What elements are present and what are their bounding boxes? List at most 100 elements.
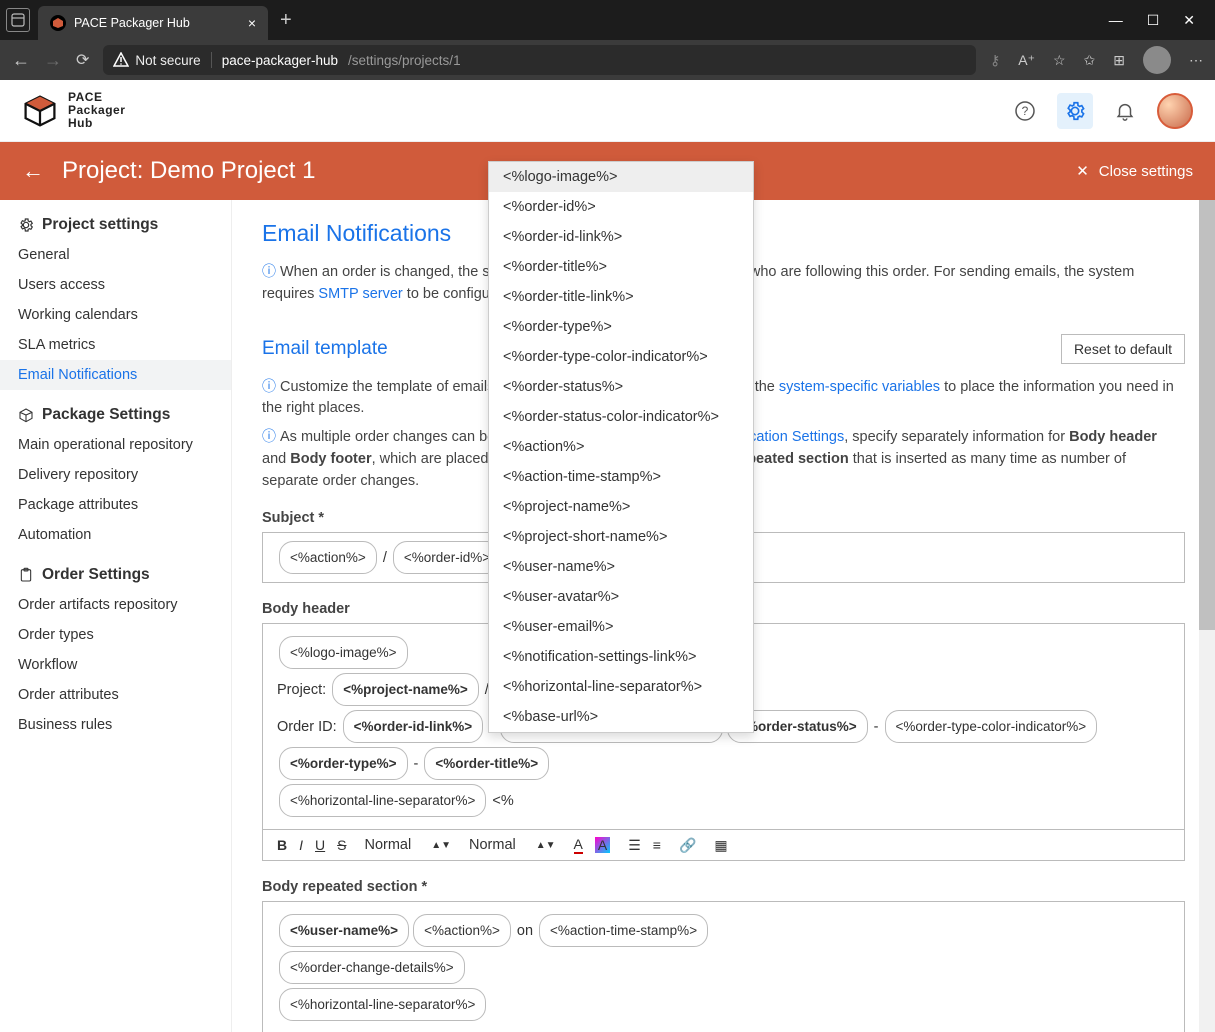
dropdown-item[interactable]: <%action-time-stamp%> <box>489 462 753 492</box>
separator: - <box>874 713 879 742</box>
close-window-icon[interactable]: ✕ <box>1183 12 1195 29</box>
sidebar-item[interactable]: Order artifacts repository <box>0 590 231 620</box>
bg-color-icon[interactable]: A <box>595 837 610 853</box>
text-color-icon[interactable]: A <box>574 836 583 854</box>
body-repeated-field[interactable]: <%user-name%><%action%> on <%action-time… <box>262 901 1185 1032</box>
smtp-server-link[interactable]: SMTP server <box>318 286 402 302</box>
sidebar-item[interactable]: Users access <box>0 270 231 300</box>
variable-dropdown[interactable]: <%logo-image%><%order-id%><%order-id-lin… <box>488 161 754 733</box>
variable-chip[interactable]: <%order-type-color-indicator%> <box>885 710 1098 743</box>
dropdown-item[interactable]: <%user-email%> <box>489 612 753 642</box>
dropdown-item[interactable]: <%order-title-link%> <box>489 282 753 312</box>
sidebar-item[interactable]: General <box>0 240 231 270</box>
field-text: on <box>517 917 533 946</box>
logo-cube-icon <box>22 93 58 129</box>
favicon-icon <box>50 15 66 31</box>
dropdown-item[interactable]: <%project-short-name%> <box>489 522 753 552</box>
field-text: Order ID: <box>277 719 337 735</box>
align-icon[interactable]: ≡ <box>653 837 661 853</box>
bold-icon[interactable]: B <box>277 837 287 853</box>
variable-chip[interactable]: <%horizontal-line-separator%> <box>279 988 486 1021</box>
system-variables-link[interactable]: system-specific variables <box>779 379 940 395</box>
sidebar-item[interactable]: Delivery repository <box>0 460 231 490</box>
banner-back-icon[interactable]: ← <box>22 158 44 184</box>
dropdown-item[interactable]: <%order-type%> <box>489 312 753 342</box>
close-settings-button[interactable]: ✕ Close settings <box>1076 162 1193 180</box>
italic-icon[interactable]: I <box>299 837 303 853</box>
maximize-icon[interactable]: ☐ <box>1147 12 1160 29</box>
font-select[interactable]: Normal▲▼ <box>469 837 556 853</box>
dropdown-item[interactable]: <%order-status-color-indicator%> <box>489 402 753 432</box>
variable-chip[interactable]: <%action-time-stamp%> <box>539 914 708 947</box>
refresh-icon[interactable]: ⟳ <box>76 50 89 70</box>
sidebar-item[interactable]: SLA metrics <box>0 330 231 360</box>
dropdown-item[interactable]: <%user-name%> <box>489 552 753 582</box>
dropdown-item[interactable]: <%notification-settings-link%> <box>489 642 753 672</box>
tabs-overview-icon[interactable] <box>6 8 30 32</box>
dropdown-item[interactable]: <%action%> <box>489 432 753 462</box>
user-avatar[interactable] <box>1157 93 1193 129</box>
profile-icon[interactable] <box>1143 46 1171 74</box>
variable-chip[interactable]: <%horizontal-line-separator%> <box>279 784 486 817</box>
sidebar-section-order: Order Settings <box>0 550 231 590</box>
app-logo[interactable]: PACE Packager Hub <box>22 91 125 131</box>
dropdown-item[interactable]: <%order-id%> <box>489 192 753 222</box>
variable-chip[interactable]: <%order-id-link%> <box>343 710 484 743</box>
minimize-icon[interactable]: — <box>1109 12 1123 29</box>
more-icon[interactable]: ⋯ <box>1189 52 1203 69</box>
url-field[interactable]: Not secure pace-packager-hub/settings/pr… <box>103 45 976 75</box>
sidebar-item[interactable]: Automation <box>0 520 231 550</box>
reset-to-default-button[interactable]: Reset to default <box>1061 334 1185 364</box>
app-viewport: PACE Packager Hub ? ← Project: Demo Proj… <box>0 80 1215 1032</box>
collections-icon[interactable]: ⊞ <box>1113 52 1125 69</box>
sidebar-item[interactable]: Working calendars <box>0 300 231 330</box>
dropdown-item[interactable]: <%base-url%> <box>489 702 753 732</box>
dropdown-item[interactable]: <%order-id-link%> <box>489 222 753 252</box>
variable-chip[interactable]: <%order-change-details%> <box>279 951 465 984</box>
variable-chip[interactable]: <%order-title%> <box>424 747 549 780</box>
settings-gear-icon[interactable] <box>1057 93 1093 129</box>
notifications-icon[interactable] <box>1107 93 1143 129</box>
sidebar-item[interactable]: Order types <box>0 620 231 650</box>
variable-chip[interactable]: <%action%> <box>413 914 511 947</box>
read-aloud-icon[interactable]: A⁺ <box>1018 52 1035 69</box>
svg-text:?: ? <box>1022 104 1029 118</box>
dropdown-item[interactable]: <%project-name%> <box>489 492 753 522</box>
scrollbar-thumb[interactable] <box>1199 200 1215 630</box>
strike-icon[interactable]: S <box>337 837 346 853</box>
sidebar-item[interactable]: Business rules <box>0 710 231 740</box>
favorite-icon[interactable]: ☆ <box>1053 52 1066 69</box>
sidebar-item[interactable]: Order attributes <box>0 680 231 710</box>
table-icon[interactable]: ▦ <box>714 837 727 854</box>
dropdown-item[interactable]: <%order-title%> <box>489 252 753 282</box>
variable-chip[interactable]: <%user-name%> <box>279 914 409 947</box>
scrollbar-track[interactable] <box>1199 200 1215 1032</box>
dropdown-item[interactable]: <%logo-image%> <box>489 162 753 192</box>
new-tab-icon[interactable]: + <box>280 9 292 32</box>
sidebar-item[interactable]: Main operational repository <box>0 430 231 460</box>
dropdown-item[interactable]: <%horizontal-line-separator%> <box>489 672 753 702</box>
dropdown-item[interactable]: <%order-type-color-indicator%> <box>489 342 753 372</box>
package-icon <box>18 407 34 423</box>
dropdown-item[interactable]: <%user-avatar%> <box>489 582 753 612</box>
favorites-bar-icon[interactable]: ✩ <box>1084 52 1096 69</box>
sidebar-item[interactable]: Package attributes <box>0 490 231 520</box>
sidebar-item[interactable]: Email Notifications <box>0 360 231 390</box>
variable-chip[interactable]: <%project-name%> <box>332 673 479 706</box>
variable-chip[interactable]: <%action%> <box>279 541 377 574</box>
dropdown-item[interactable]: <%order-status%> <box>489 372 753 402</box>
back-icon[interactable]: ← <box>12 50 30 71</box>
variable-chip[interactable]: <%logo-image%> <box>279 636 408 669</box>
heading-select[interactable]: Normal▲▼ <box>364 837 451 853</box>
list-icon[interactable]: ☰ <box>628 837 641 854</box>
link-icon[interactable]: 🔗 <box>679 837 696 854</box>
variable-chip[interactable]: <%order-type%> <box>279 747 408 780</box>
close-tab-icon[interactable]: × <box>248 15 256 31</box>
browser-tab[interactable]: PACE Packager Hub × <box>38 6 268 40</box>
info-icon: ⓘ <box>262 378 276 394</box>
underline-icon[interactable]: U <box>315 837 325 853</box>
key-icon[interactable]: ⚷ <box>990 52 1000 69</box>
sidebar-item[interactable]: Workflow <box>0 650 231 680</box>
help-icon[interactable]: ? <box>1007 93 1043 129</box>
variable-chip[interactable]: <%order-id%> <box>393 541 501 574</box>
